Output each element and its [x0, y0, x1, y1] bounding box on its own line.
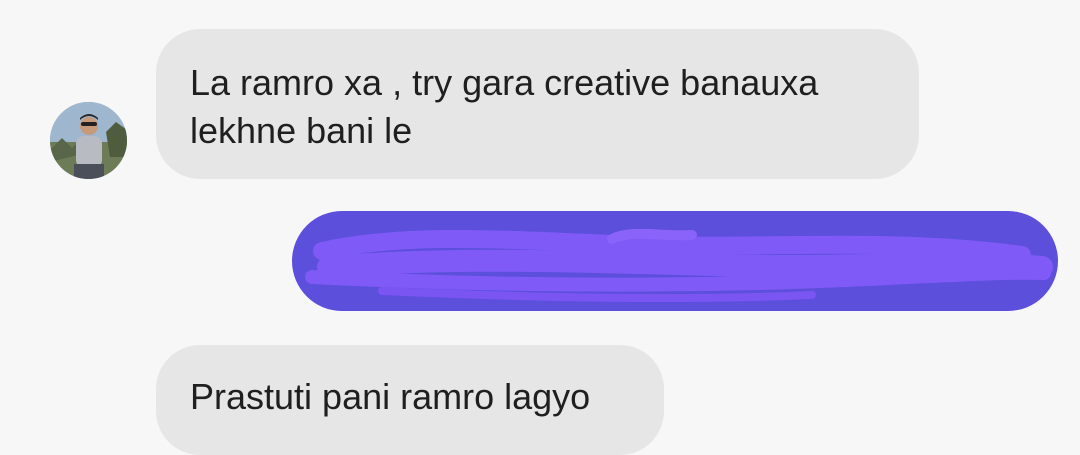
incoming-message-bubble[interactable]: Prastuti pani ramro lagyo: [156, 345, 664, 455]
person-photo-icon: [50, 102, 127, 179]
message-line: La ramro xa , try gara creative banauxa: [190, 62, 819, 103]
redaction-scribble-icon: [305, 228, 1053, 302]
message-line: lekhne bani le: [190, 110, 413, 151]
outgoing-message-bubble-redacted[interactable]: [292, 211, 1058, 311]
avatar[interactable]: [50, 102, 127, 179]
incoming-message-bubble[interactable]: La ramro xa , try gara creative banauxa …: [156, 29, 919, 179]
message-line: Prastuti pani ramro lagyo: [190, 376, 591, 417]
